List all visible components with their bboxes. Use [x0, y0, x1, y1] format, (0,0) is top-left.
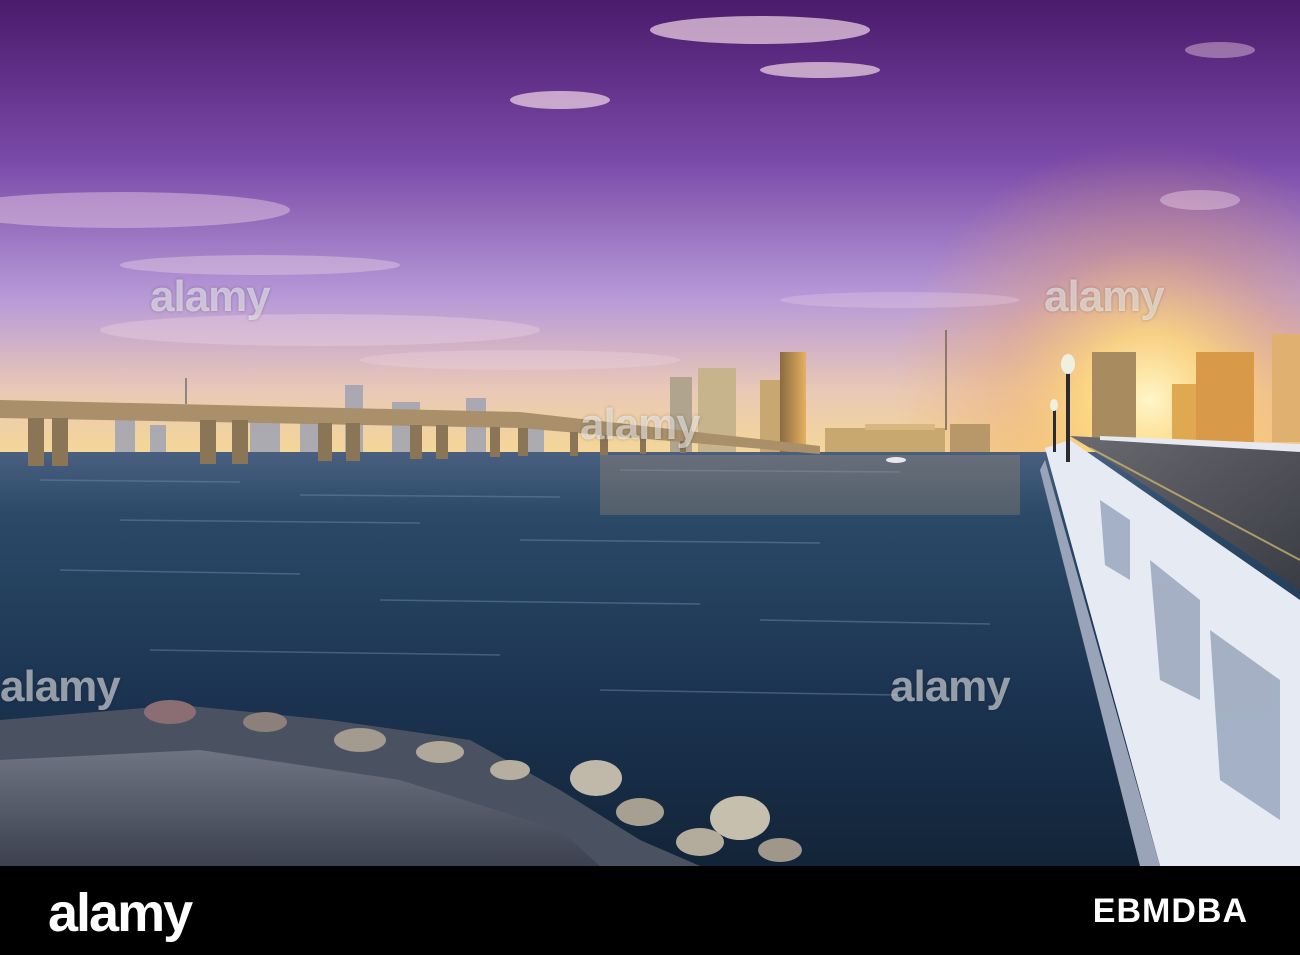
image-id: EBMDBA [1092, 892, 1248, 930]
scene-photo: alamy alamy alamy alamy alamy [0, 0, 1300, 866]
boat [886, 457, 906, 463]
sun-reflection [600, 455, 1020, 515]
watermark-top-left: alamy [150, 272, 271, 321]
photo-frame: alamy alamy alamy alamy alamy alamy EBMD… [0, 0, 1300, 955]
alamy-logo: alamy [48, 883, 193, 943]
watermark-bottom-left: alamy [0, 662, 121, 711]
watermark-bottom-right: alamy [890, 662, 1011, 711]
watermark-top-center: alamy [580, 400, 701, 449]
watermark-top-right: alamy [1044, 272, 1165, 321]
footer-bar: alamy EBMDBA [0, 866, 1300, 955]
